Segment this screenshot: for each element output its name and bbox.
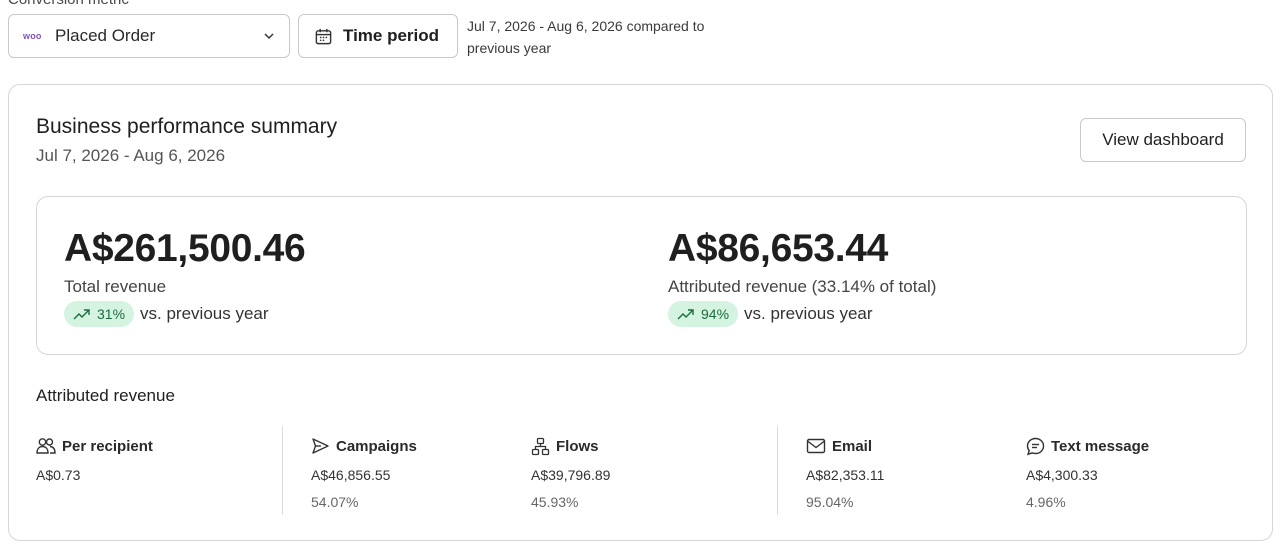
- business-performance-card: Business performance summary Jul 7, 2026…: [8, 84, 1273, 541]
- chat-icon: [1026, 437, 1045, 455]
- metric-selected-value: Placed Order: [55, 26, 156, 45]
- trend-compare: vs. previous year: [140, 304, 269, 323]
- card-date-range: Jul 7, 2026 - Aug 6, 2026: [36, 146, 226, 165]
- total-revenue-label: Total revenue: [64, 277, 167, 296]
- conversion-metric-label: Conversion metric: [8, 0, 129, 9]
- column-percent: 45.93%: [531, 494, 579, 510]
- trend-compare: vs. previous year: [744, 304, 873, 323]
- text-message-column: Text message A$4,300.33 4.96%: [1026, 435, 1149, 510]
- flows-column: Flows A$39,796.89 45.93%: [531, 435, 610, 510]
- column-label: Flows: [556, 437, 599, 455]
- total-revenue-stat: A$261,500.46 Total revenue 31% vs. previ…: [64, 227, 306, 327]
- column-value: A$82,353.11: [806, 467, 885, 483]
- flow-icon: [531, 437, 550, 455]
- total-revenue-value: A$261,500.46: [64, 227, 306, 270]
- column-label: Per recipient: [62, 437, 153, 455]
- column-percent: 54.07%: [311, 494, 359, 510]
- people-icon: [36, 438, 56, 454]
- attributed-revenue-label: Attributed revenue (33.14% of total): [668, 277, 937, 296]
- column-percent: 95.04%: [806, 494, 854, 510]
- attributed-revenue-title: Attributed revenue: [36, 386, 175, 405]
- column-divider: [777, 426, 778, 515]
- per-recipient-column: Per recipient A$0.73: [36, 435, 153, 484]
- column-label: Campaigns: [336, 437, 417, 455]
- trend-percent: 94%: [701, 306, 730, 322]
- mail-icon: [806, 438, 826, 454]
- column-label: Email: [832, 437, 873, 455]
- trend-badge: 94%: [668, 301, 739, 327]
- send-icon: [312, 438, 329, 454]
- campaigns-column: Campaigns A$46,856.55 54.07%: [311, 435, 417, 511]
- calendar-icon: [315, 28, 332, 44]
- column-value: A$0.73: [36, 467, 81, 483]
- column-label: Text message: [1051, 437, 1150, 455]
- email-column: Email A$82,353.11 95.04%: [806, 435, 885, 511]
- attributed-revenue-value: A$86,653.44: [668, 227, 889, 270]
- trend-badge: 31%: [64, 301, 135, 327]
- conversion-metric-select[interactable]: woo Placed Order: [8, 14, 290, 58]
- column-percent: 4.96%: [1026, 494, 1066, 510]
- trending-up-icon: [73, 309, 90, 320]
- time-period-button[interactable]: Time period: [298, 14, 458, 58]
- revenue-summary-box: A$261,500.46 Total revenue 31% vs. previ…: [36, 196, 1247, 355]
- trending-up-icon: [677, 309, 694, 320]
- trend-percent: 31%: [97, 306, 126, 322]
- time-period-description: Jul 7, 2026 - Aug 6, 2026 compared to pr…: [467, 18, 705, 56]
- column-value: A$4,300.33: [1026, 467, 1098, 483]
- column-value: A$39,796.89: [531, 467, 611, 483]
- time-period-label: Time period: [343, 26, 440, 45]
- card-title: Business performance summary: [36, 115, 338, 138]
- column-divider: [282, 426, 283, 515]
- attributed-revenue-stat: A$86,653.44 Attributed revenue (33.14% o…: [668, 227, 936, 327]
- view-dashboard-button[interactable]: View dashboard: [1080, 118, 1246, 162]
- column-value: A$46,856.55: [311, 467, 391, 483]
- woo-logo-icon: woo: [23, 31, 42, 41]
- chevron-down-icon: [264, 33, 274, 40]
